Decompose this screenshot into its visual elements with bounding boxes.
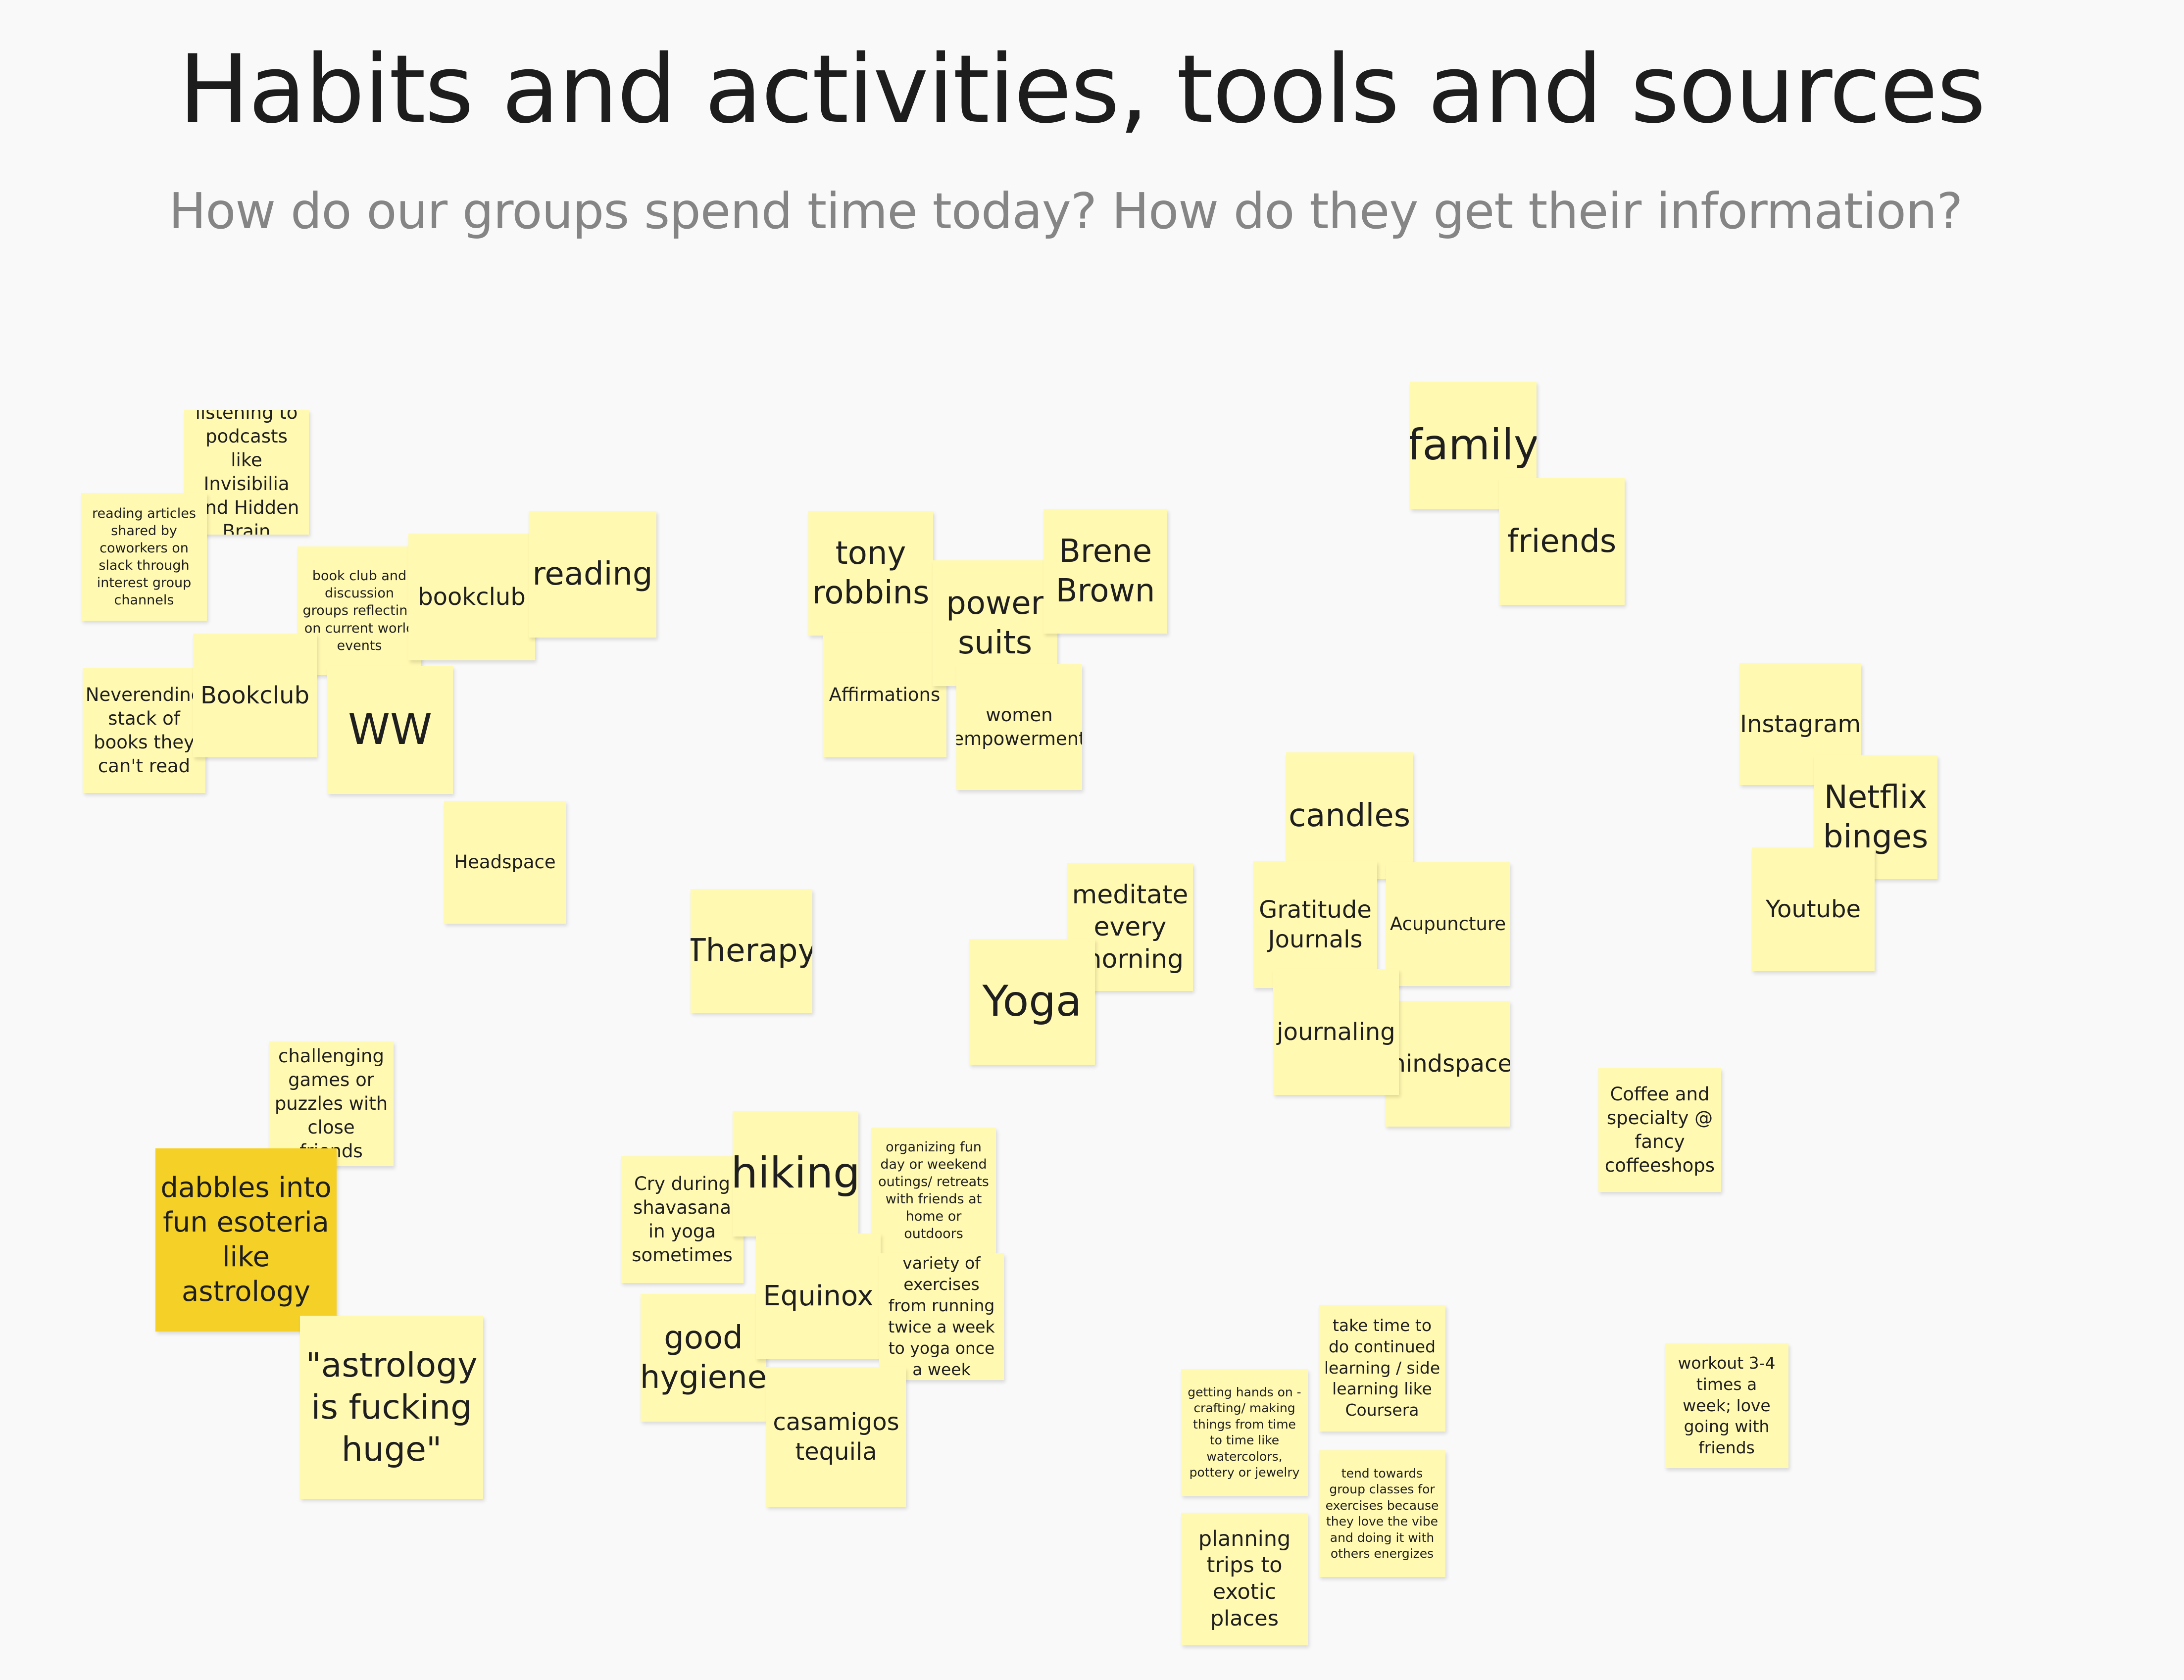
sticky-note-youtube[interactable]: Youtube — [1752, 847, 1875, 971]
sticky-note-yoga[interactable]: Yoga — [969, 939, 1095, 1065]
board-subtitle: How do our groups spend time today? How … — [169, 182, 1963, 240]
sticky-note-reading-articles[interactable]: reading articles shared by coworkers on … — [81, 493, 207, 621]
sticky-note-dabbles-esoteria[interactable]: dabbles into fun esoteria like astrology — [155, 1148, 337, 1332]
sticky-note-crafting[interactable]: getting hands on - crafting/ making thin… — [1181, 1369, 1308, 1496]
sticky-note-affirmations[interactable]: Affirmations — [823, 633, 946, 757]
sticky-note-challenging-games[interactable]: challenging games or puzzles with close … — [269, 1041, 394, 1166]
sticky-note-women-empowerment[interactable]: women empowerment — [956, 664, 1082, 790]
sticky-note-astrology-huge[interactable]: "astrology is fucking huge" — [300, 1316, 483, 1499]
sticky-note-mindspace[interactable]: mindspace — [1385, 1001, 1510, 1127]
sticky-note-bookclub-2[interactable]: Bookclub — [193, 634, 317, 757]
sticky-note-coffee[interactable]: Coffee and specialty @ fancy coffeeshops — [1598, 1068, 1721, 1192]
sticky-note-workout[interactable]: workout 3-4 times a week; love going wit… — [1665, 1343, 1788, 1468]
sticky-note-variety-exercises[interactable]: variety of exercises from running twice … — [879, 1253, 1004, 1380]
sticky-note-casamigos[interactable]: casamigos tequila — [766, 1367, 906, 1507]
board-title: Habits and activities, tools and sources — [179, 35, 1986, 144]
sticky-note-cry-shavasana[interactable]: Cry during shavasana in yoga sometimes — [621, 1156, 744, 1283]
sticky-note-journaling[interactable]: journaling — [1273, 969, 1399, 1095]
sticky-note-bookclub[interactable]: bookclub — [408, 534, 535, 660]
sticky-note-therapy[interactable]: Therapy — [691, 889, 812, 1013]
sticky-note-brene-brown[interactable]: Brene Brown — [1043, 509, 1167, 634]
sticky-note-neverending-stack[interactable]: Neverending stack of books they can't re… — [83, 668, 205, 793]
sticky-note-continued-learning[interactable]: take time to do continued learning / sid… — [1319, 1305, 1445, 1432]
sticky-note-headspace[interactable]: Headspace — [444, 801, 566, 924]
sticky-note-ww[interactable]: WW — [327, 666, 453, 794]
sticky-note-acupuncture[interactable]: Acupuncture — [1386, 862, 1510, 986]
sticky-note-friends[interactable]: friends — [1499, 478, 1625, 605]
sticky-note-reading[interactable]: reading — [529, 511, 656, 638]
sticky-note-candles[interactable]: candles — [1286, 752, 1413, 879]
sticky-note-organizing-fun-day[interactable]: organizing fun day or weekend outings/ r… — [871, 1128, 996, 1253]
sticky-note-hiking[interactable]: hiking — [733, 1111, 858, 1236]
sticky-note-equinox[interactable]: Equinox — [756, 1234, 881, 1359]
sticky-note-group-classes[interactable]: tend towards group classes for exercises… — [1319, 1450, 1445, 1577]
sticky-note-good-hygiene[interactable]: good hygiene — [641, 1294, 766, 1422]
sticky-note-tony-robbins[interactable]: tony robbins — [808, 511, 933, 636]
sticky-note-planning-trips[interactable]: planning trips to exotic places — [1181, 1513, 1308, 1645]
